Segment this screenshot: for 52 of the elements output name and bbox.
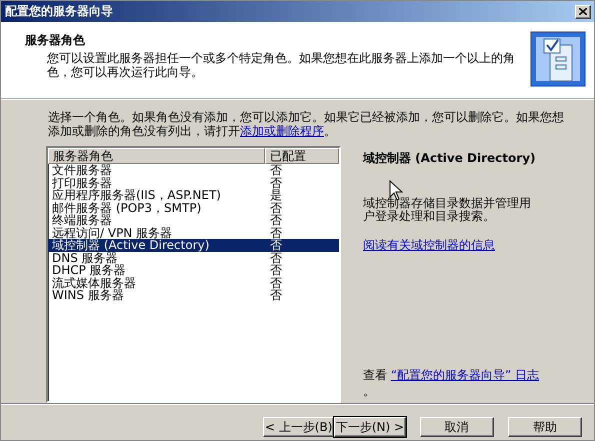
role-name: 应用程序服务器(IIS，ASP.NET)	[51, 189, 222, 202]
role-row[interactable]: 远程访问/ VPN 服务器 否	[48, 226, 339, 239]
configured-value: 否	[269, 276, 283, 289]
column-header[interactable]: 服务器角色	[48, 148, 265, 164]
role-name: 终端服务器	[51, 214, 113, 226]
column-header[interactable]: 已配置	[265, 148, 339, 164]
close-button[interactable]	[575, 4, 591, 18]
configured-value: 否	[269, 202, 283, 214]
role-row[interactable]: 邮件服务器 (POP3，SMTP) 否	[48, 202, 339, 214]
role-row[interactable]: DNS 服务器 否	[48, 252, 339, 264]
role-name: DNS 服务器	[51, 252, 118, 264]
page-title: 服务器角色	[25, 32, 86, 49]
role-row[interactable]: 应用程序服务器(IIS，ASP.NET) 是	[48, 189, 339, 202]
configured-value: 否	[269, 252, 283, 264]
role-row[interactable]: 域控制器 (Active Directory) 否	[48, 239, 339, 252]
configured-value: 否	[269, 164, 283, 176]
role-name: WINS 服务器	[51, 289, 124, 302]
role-name: 邮件服务器 (POP3，SMTP)	[51, 202, 202, 214]
role-row[interactable]: 流式媒体服务器 否	[48, 276, 339, 289]
wizard-button[interactable]: 帮助	[508, 417, 582, 437]
role-info-link[interactable]: 阅读有关域控制器的信息	[363, 237, 563, 254]
wizard-button[interactable]: 下一步(N) >	[334, 417, 406, 437]
log-link[interactable]: “配置您的服务器向导” 日志	[390, 368, 540, 382]
role-title: 域控制器 (Active Directory)	[363, 150, 536, 167]
role-name: 域控制器 (Active Directory)	[51, 239, 210, 252]
log-text: 查看 “配置您的服务器向导” 日志 。	[363, 367, 540, 399]
configured-value: 否	[269, 214, 283, 226]
role-name: 远程访问/ VPN 服务器	[51, 226, 174, 239]
role-name: 文件服务器	[51, 164, 113, 176]
close-icon	[579, 8, 587, 15]
add-remove-programs-link[interactable]: 添加或删除程序	[240, 124, 324, 138]
role-name: DHCP 服务器	[51, 264, 127, 276]
role-row[interactable]: DHCP 服务器 否	[48, 264, 339, 276]
configured-value: 否	[269, 239, 283, 252]
wizard-button[interactable]: 取消	[420, 417, 494, 437]
role-row[interactable]: 终端服务器 否	[48, 214, 339, 226]
configured-value: 否	[269, 176, 283, 189]
role-row[interactable]: WINS 服务器 否	[48, 289, 339, 302]
checklist-icon	[530, 31, 586, 87]
configured-value: 否	[269, 289, 283, 302]
role-name: 打印服务器	[51, 176, 112, 189]
role-row[interactable]: 文件服务器 否	[48, 164, 339, 176]
configured-value: 否	[269, 226, 283, 239]
instruction-text: 选择一个角色。如果角色没有添加，您可以添加它。如果它已经被添加，您可以删除它。如果您想添加或删除的角色没有列出，请打开添加或删除程序。	[48, 110, 565, 138]
role-description: 域控制器存储目录数据并管理用户登录处理和目录搜索。	[363, 197, 532, 223]
configured-value: 是	[269, 189, 283, 202]
role-row[interactable]: 打印服务器 否	[48, 176, 339, 189]
wizard-button[interactable]: < 上一步(B)	[263, 417, 334, 437]
page-description: 您可以设置此服务器担任一个或多个特定角色。如果您想在此服务器上添加一个以上的角色，您可以再次运行此向导。	[47, 51, 516, 79]
window-title: 配置您的服务器向导	[5, 3, 113, 20]
configured-value: 否	[269, 264, 283, 276]
role-name: 流式媒体服务器	[51, 276, 137, 289]
